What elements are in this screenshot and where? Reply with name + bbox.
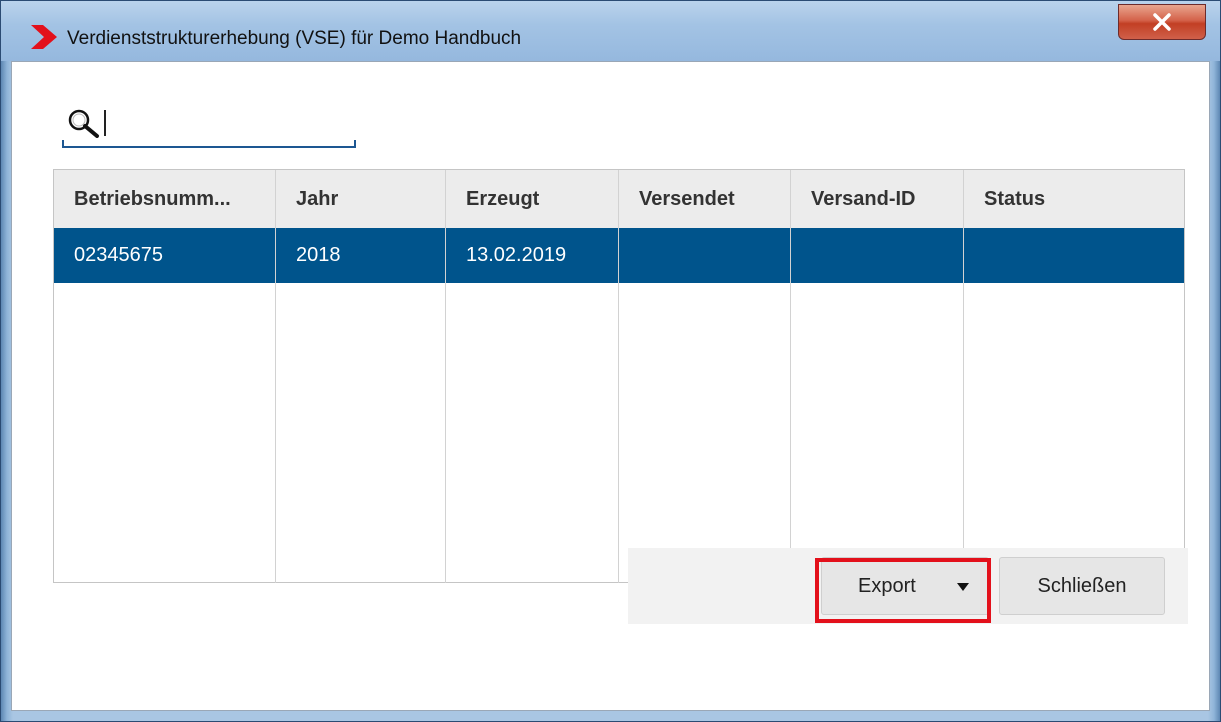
- column-header-versendet[interactable]: Versendet: [619, 170, 791, 228]
- column-divider: [963, 170, 964, 583]
- column-header-status[interactable]: Status: [964, 170, 1184, 228]
- column-header-betriebsnummer[interactable]: Betriebsnumm...: [54, 170, 276, 228]
- search-field[interactable]: [62, 102, 356, 148]
- search-input[interactable]: [112, 106, 356, 142]
- column-header-erzeugt[interactable]: Erzeugt: [446, 170, 619, 228]
- cell-jahr[interactable]: 2018: [276, 228, 446, 283]
- column-divider: [618, 170, 619, 583]
- dialog-window: Verdienststrukturerhebung (VSE) für Demo…: [0, 0, 1221, 722]
- column-divider: [445, 170, 446, 583]
- chevron-down-icon[interactable]: [957, 583, 969, 591]
- text-caret: [104, 110, 106, 136]
- column-divider: [275, 170, 276, 583]
- vse-table: Betriebsnumm... Jahr Erzeugt Versendet V…: [53, 169, 1185, 583]
- column-header-jahr[interactable]: Jahr: [276, 170, 446, 228]
- export-button[interactable]: Export: [821, 557, 989, 615]
- cell-erzeugt[interactable]: 13.02.2019: [446, 228, 619, 283]
- column-header-versand-id[interactable]: Versand-ID: [791, 170, 964, 228]
- close-button[interactable]: Schließen: [999, 557, 1165, 615]
- cell-versand-id[interactable]: [791, 228, 964, 283]
- search-icon: [67, 108, 101, 143]
- title-bar[interactable]: Verdienststrukturerhebung (VSE) für Demo…: [1, 1, 1220, 61]
- column-divider: [790, 170, 791, 583]
- cell-status[interactable]: [964, 228, 1184, 283]
- close-icon[interactable]: [1118, 4, 1206, 40]
- app-logo-icon: [29, 23, 59, 56]
- cell-betriebsnummer[interactable]: 02345675: [54, 228, 276, 283]
- window-title: Verdienststrukturerhebung (VSE) für Demo…: [67, 28, 522, 49]
- cell-versendet[interactable]: [619, 228, 791, 283]
- search-underline: [62, 140, 356, 148]
- export-button-label: Export: [858, 575, 916, 597]
